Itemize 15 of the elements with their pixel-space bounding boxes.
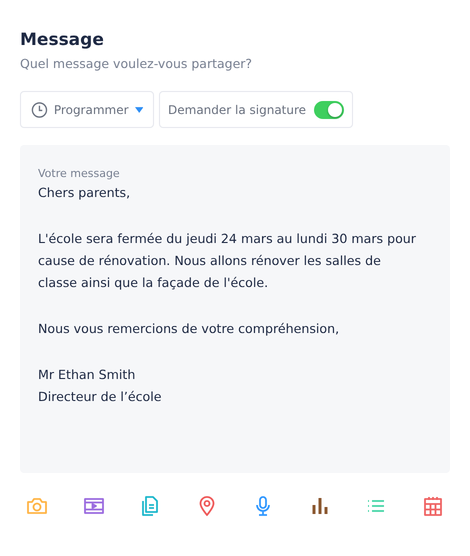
clock-icon (31, 100, 48, 118)
signature-label: Demander la signature (168, 102, 306, 116)
camera-icon[interactable] (26, 495, 48, 517)
section-title: Message (20, 30, 105, 50)
message-paragraph: Mr Ethan Smith Directeur de l’école (38, 366, 162, 406)
section-subtitle: Quel message voulez-vous partager? (20, 56, 254, 71)
video-icon[interactable] (82, 495, 105, 517)
message-paragraph: Nous vous remercions de votre compréhension, (38, 320, 340, 338)
field-label: Votre message (38, 167, 121, 180)
schedule-dropdown[interactable]: Programmer (20, 91, 154, 128)
calendar-icon[interactable] (422, 495, 444, 517)
caret-icon (134, 106, 143, 112)
message-paragraph: L'école sera fermée du jeudi 24 mars au lundi 30 mars pour cause de rénovation. Nous allons rénover les salles de classe ainsi que la façade de l'école. (38, 230, 417, 292)
message-paragraph: Chers parents, (38, 184, 132, 202)
toggle-switch[interactable] (314, 100, 344, 118)
